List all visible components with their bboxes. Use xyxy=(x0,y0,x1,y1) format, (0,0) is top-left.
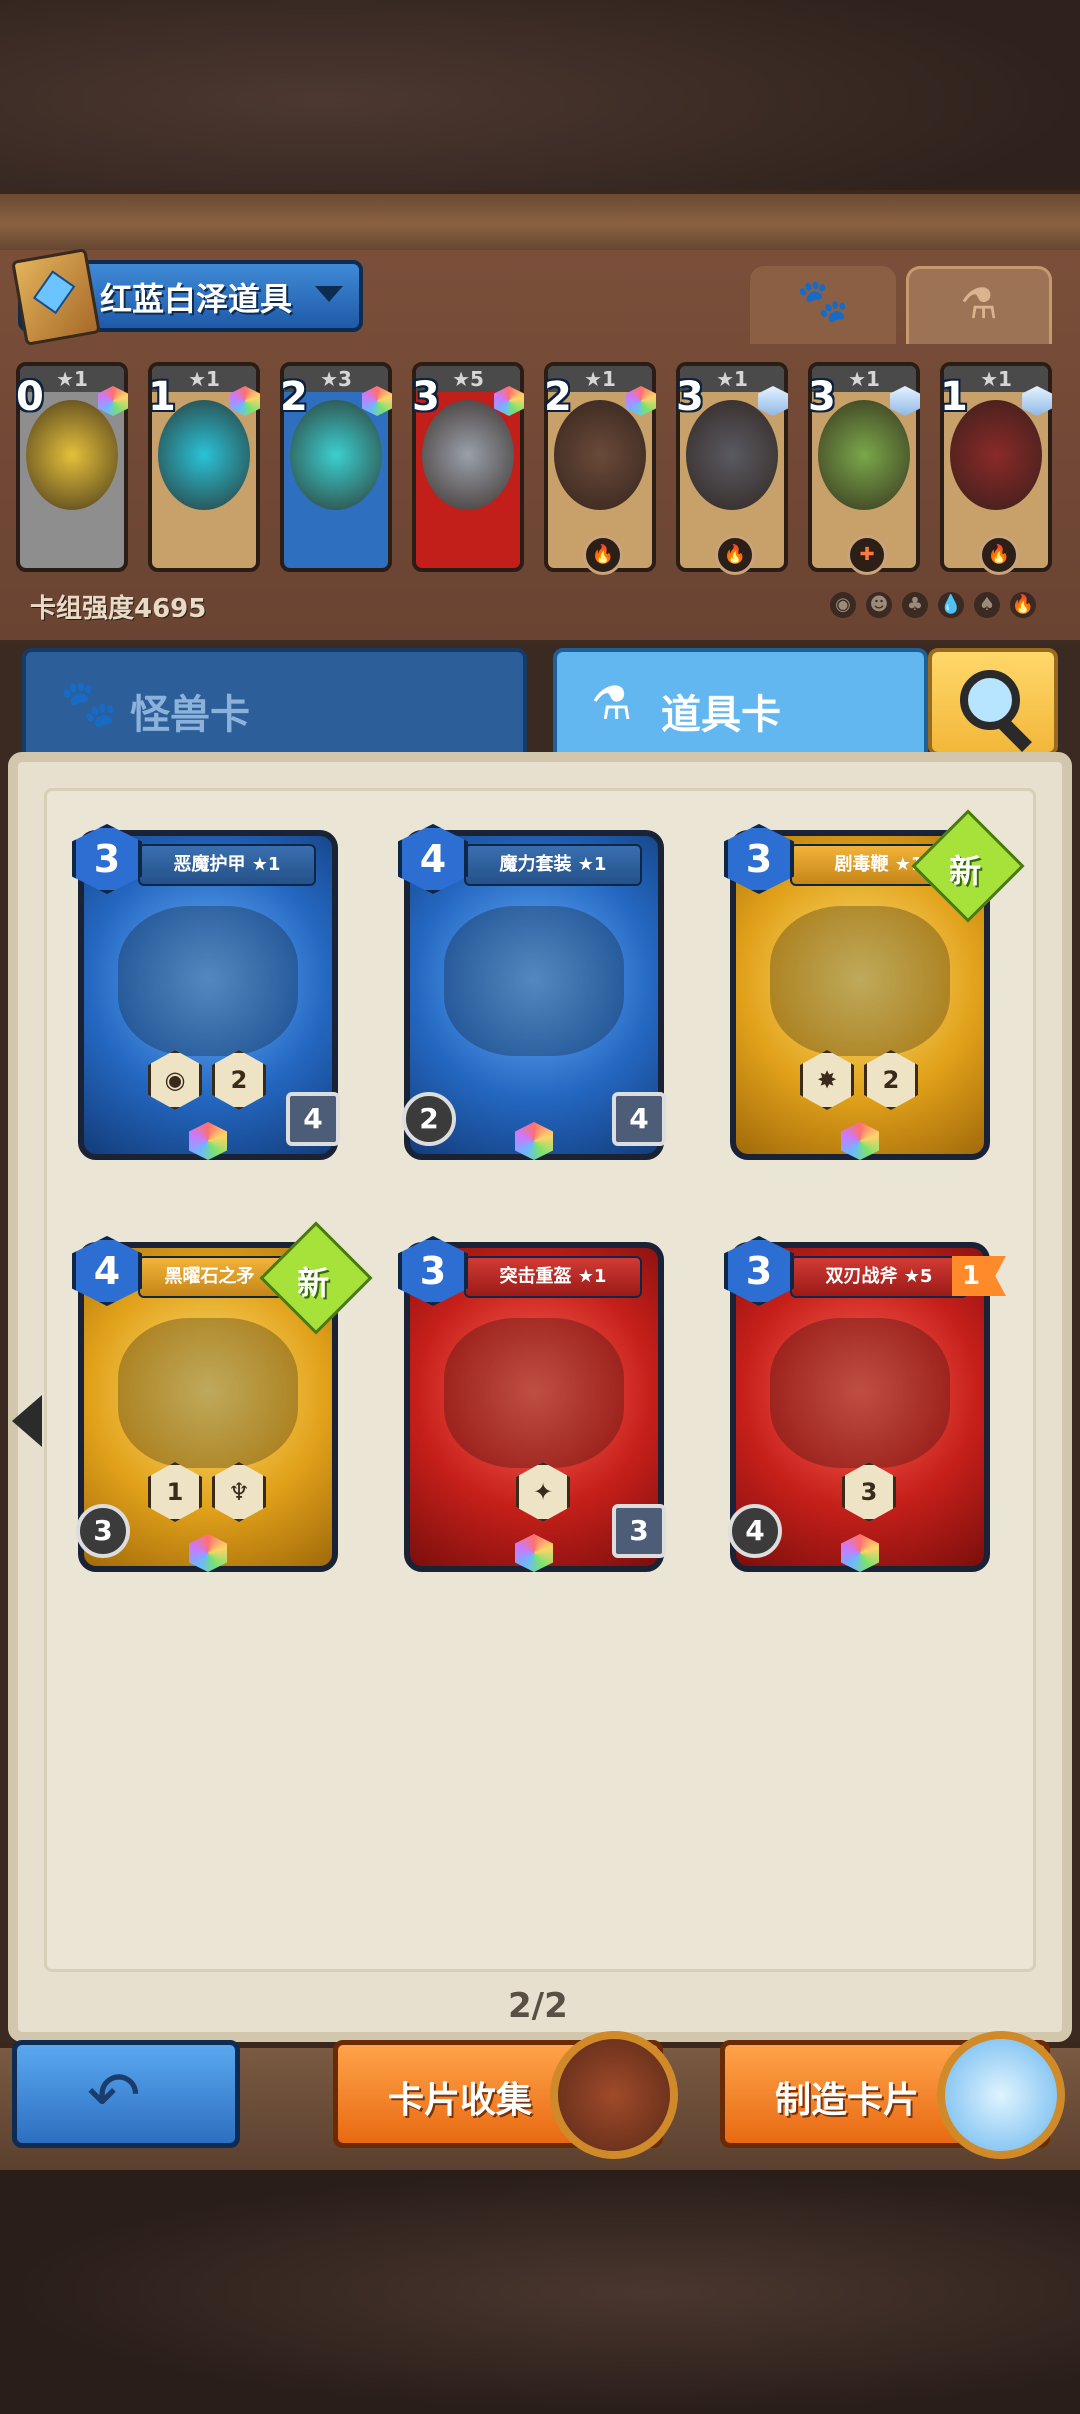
rarity-gem-icon xyxy=(515,1534,553,1572)
potion-icon: ⚗ xyxy=(960,279,998,328)
rarity-gem-icon xyxy=(841,1122,879,1160)
card-armor: 3 xyxy=(612,1504,666,1558)
craft-card-label: 制造卡片 xyxy=(775,2080,920,2121)
card-skill-icon: 2 xyxy=(864,1050,918,1110)
card-durability: 3 xyxy=(76,1504,130,1558)
item-card[interactable]: 黑曜石之矛 ★1 4 1 ♆ 3 新 xyxy=(72,1221,373,1572)
fire-element-icon[interactable]: 🔥 xyxy=(1010,592,1036,618)
search-button[interactable] xyxy=(928,648,1058,756)
neutral-element-icon[interactable]: ◉ xyxy=(830,592,856,618)
potion-icon: ⚗ xyxy=(591,676,633,730)
card-album-icon xyxy=(550,2031,678,2159)
slot-cost: 3 xyxy=(412,374,440,420)
card-armor: 4 xyxy=(286,1092,340,1146)
wind-element-icon[interactable]: ♠ xyxy=(974,592,1000,618)
slot-cost: 1 xyxy=(148,374,176,420)
card-cost: 3 xyxy=(724,1236,794,1306)
slot-cost: 2 xyxy=(280,374,308,420)
card-cost: 3 xyxy=(398,1236,468,1306)
slot-cost: 0 xyxy=(16,374,44,420)
new-badge-label: 新 xyxy=(949,851,982,890)
card-cost: 3 xyxy=(72,824,142,894)
card-skill-icon: 3 xyxy=(842,1462,896,1522)
slot-element-badge: ✚ xyxy=(847,535,887,575)
tab-monster-cards[interactable]: 🐾 怪兽卡 xyxy=(22,648,527,756)
card-art xyxy=(444,906,624,1056)
card-name: 魔力套装 ★1 xyxy=(464,844,642,886)
slot-element-badge: 🔥 xyxy=(715,535,755,575)
craft-card-button[interactable]: 制造卡片 xyxy=(720,2031,1065,2159)
rarity-gem-icon xyxy=(189,1534,227,1572)
card-art xyxy=(118,1318,298,1468)
card-skill-icon: ◉ xyxy=(148,1050,202,1110)
tab-monster-filter[interactable]: 🐾 xyxy=(750,266,896,344)
card-skill-icon: ✸ xyxy=(800,1050,854,1110)
card-art xyxy=(444,1318,624,1468)
slot-cost: 2 xyxy=(544,374,572,420)
card-name: 恶魔护甲 ★1 xyxy=(138,844,316,886)
card-skill-icon: ✦ xyxy=(516,1462,570,1522)
card-art xyxy=(770,1318,950,1468)
deck-book-icon xyxy=(11,248,101,346)
slot-cost: 3 xyxy=(676,374,704,420)
card-collection-button[interactable]: 卡片收集 xyxy=(333,2031,678,2159)
tab-item-cards[interactable]: ⚗ 道具卡 xyxy=(553,648,928,756)
paw-jar-icon xyxy=(937,2031,1065,2159)
card-skill-icon: ♆ xyxy=(212,1462,266,1522)
previous-page-arrow[interactable] xyxy=(12,1395,42,1447)
background-bottom xyxy=(0,2170,1080,2414)
card-skill-icon: 1 xyxy=(148,1462,202,1522)
rarity-gem-icon xyxy=(841,1534,879,1572)
frame-strip xyxy=(0,190,1080,258)
tab-monster-label: 怪兽卡 xyxy=(130,692,250,738)
new-badge-label: 新 xyxy=(297,1263,330,1302)
chevron-down-icon xyxy=(315,286,343,302)
card-durability: 2 xyxy=(402,1092,456,1146)
deck-selector-button[interactable]: 红蓝白泽道具 xyxy=(11,248,363,346)
tab-item-label: 道具卡 xyxy=(661,692,781,738)
card-name: 突击重盔 ★1 xyxy=(464,1256,642,1298)
earth-element-icon[interactable]: ♣ xyxy=(902,592,928,618)
card-collection-label: 卡片收集 xyxy=(388,2080,533,2121)
paw-icon: 🐾 xyxy=(60,676,118,730)
paw-icon: 🐾 xyxy=(796,276,850,325)
card-skill-icon: 2 xyxy=(212,1050,266,1110)
card-art xyxy=(118,906,298,1056)
shadow-element-icon[interactable]: ☻ xyxy=(866,592,892,618)
slot-cost: 1 xyxy=(940,374,968,420)
item-card[interactable]: 突击重盔 ★1 3 ✦ 3 xyxy=(398,1236,666,1572)
item-card[interactable]: 剧毒鞭 ★1 3 ✸ 2 新 xyxy=(724,809,1025,1160)
page-indicator: 2/2 xyxy=(508,1986,568,2026)
deck-title: 红蓝白泽道具 xyxy=(100,280,293,318)
back-button[interactable]: ↶ xyxy=(12,2040,240,2148)
item-card[interactable]: 恶魔护甲 ★1 3 ◉ 2 4 xyxy=(72,824,340,1160)
card-cost: 3 xyxy=(724,824,794,894)
slot-element-badge: 🔥 xyxy=(583,535,623,575)
card-cost: 4 xyxy=(398,824,468,894)
item-card[interactable]: 双刃战斧 ★5 3 3 4 1 xyxy=(724,1236,1006,1572)
card-armor: 4 xyxy=(612,1092,666,1146)
rarity-gem-icon xyxy=(515,1122,553,1160)
card-name: 双刃战斧 ★5 xyxy=(790,1256,968,1298)
card-art xyxy=(770,906,950,1056)
slot-element-badge: 🔥 xyxy=(979,535,1019,575)
item-card[interactable]: 魔力套装 ★1 4 2 4 xyxy=(398,824,666,1160)
slot-cost: 3 xyxy=(808,374,836,420)
tab-item-filter[interactable]: ⚗ xyxy=(906,266,1052,344)
water-element-icon[interactable]: 💧 xyxy=(938,592,964,618)
rarity-gem-icon xyxy=(189,1122,227,1160)
card-durability: 4 xyxy=(728,1504,782,1558)
deck-strength: 卡组强度4695 xyxy=(30,594,207,624)
card-cost: 4 xyxy=(72,1236,142,1306)
back-arrow-icon: ↶ xyxy=(87,2059,141,2133)
